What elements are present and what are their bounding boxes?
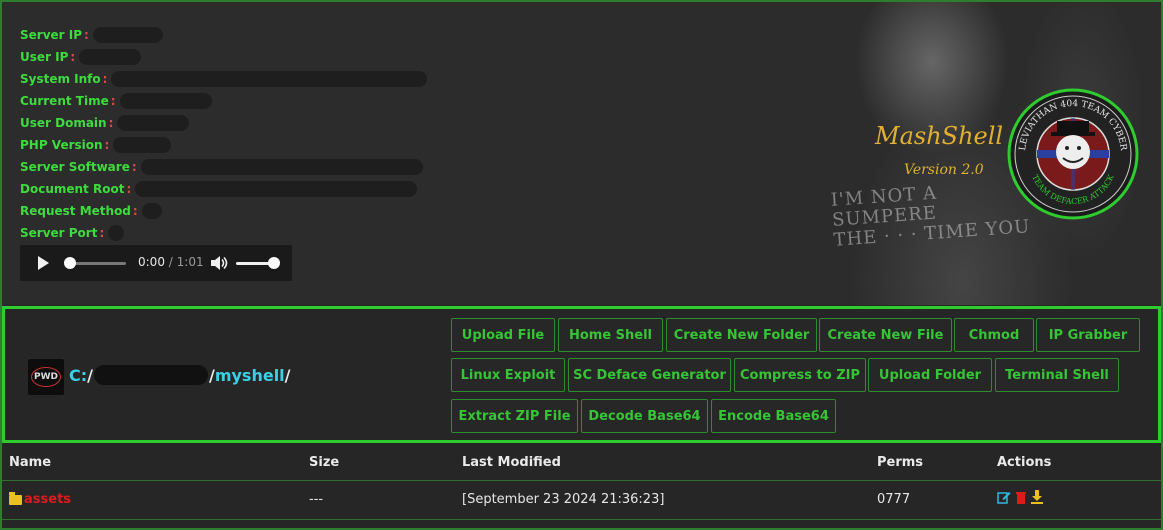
redacted-value xyxy=(140,159,423,175)
column-header-modified[interactable]: Last Modified xyxy=(462,455,561,470)
info-label: Server Port xyxy=(20,226,98,240)
column-header-size[interactable]: Size xyxy=(309,455,339,470)
info-row-system-info: System Info: xyxy=(20,68,428,90)
upload-file-button[interactable]: Upload File xyxy=(451,318,555,352)
info-row-server-ip: Server IP: xyxy=(20,24,427,46)
info-label: Document Root xyxy=(20,182,125,196)
path-separator: / xyxy=(87,365,93,385)
terminal-shell-button[interactable]: Terminal Shell xyxy=(995,358,1119,392)
redacted-value xyxy=(111,71,428,87)
folder-icon xyxy=(9,491,22,505)
info-row-user-domain: User Domain: xyxy=(20,112,427,134)
delete-icon[interactable] xyxy=(1014,490,1028,504)
info-label: PHP Version xyxy=(20,138,103,152)
ip-grabber-button[interactable]: IP Grabber xyxy=(1036,318,1140,352)
redacted-value xyxy=(79,49,142,65)
volume-handle[interactable] xyxy=(268,257,280,269)
home-shell-button[interactable]: Home Shell xyxy=(558,318,663,352)
info-label: Current Time xyxy=(20,94,109,108)
info-label: System Info xyxy=(20,72,101,86)
volume-icon[interactable] xyxy=(210,255,228,271)
brand-name: MashShell xyxy=(875,122,1004,150)
team-logo: LEVIATHAN 404 TEAM CYBER TEAM DEFACER AT… xyxy=(1007,88,1139,220)
time-separator: / xyxy=(168,255,173,269)
pwd-badge: PWD xyxy=(28,359,64,395)
path-trailing-slash: / xyxy=(284,365,291,385)
info-row-server-software: Server Software: xyxy=(20,156,427,178)
time-display: 0:00 / 1:01 xyxy=(138,255,204,269)
redacted-value xyxy=(117,115,190,131)
column-header-perms[interactable]: Perms xyxy=(877,455,923,470)
redacted-value xyxy=(135,181,418,197)
linux-exploit-button[interactable]: Linux Exploit xyxy=(451,358,565,392)
info-row-user-ip: User IP: xyxy=(20,46,427,68)
redacted-value xyxy=(92,27,163,43)
info-label: Request Method xyxy=(20,204,131,218)
chmod-button[interactable]: Chmod xyxy=(954,318,1034,352)
server-info-list: Server IP: User IP: System Info: Current… xyxy=(20,24,428,244)
file-size: --- xyxy=(309,492,324,507)
decode-base64-button[interactable]: Decode Base64 xyxy=(581,399,708,433)
create-file-button[interactable]: Create New File xyxy=(819,318,952,352)
play-icon[interactable] xyxy=(38,256,49,270)
file-name[interactable]: assets xyxy=(24,492,71,507)
encode-base64-button[interactable]: Encode Base64 xyxy=(711,399,836,433)
audio-player: 0:00 / 1:01 xyxy=(20,245,292,281)
file-perms[interactable]: 0777 xyxy=(877,492,910,507)
path-folder[interactable]: myshell xyxy=(215,366,285,385)
info-row-request-method: Request Method: xyxy=(20,200,427,222)
extract-zip-button[interactable]: Extract ZIP File xyxy=(451,399,578,433)
info-row-php-version: PHP Version: xyxy=(20,134,427,156)
info-label: Server Software xyxy=(20,160,130,174)
info-label: Server IP xyxy=(20,28,83,42)
edit-icon[interactable] xyxy=(997,490,1011,504)
brand-version: Version 2.0 xyxy=(904,162,984,178)
sc-deface-generator-button[interactable]: SC Deface Generator xyxy=(568,358,731,392)
info-row-current-time: Current Time: xyxy=(20,90,427,112)
compress-zip-button[interactable]: Compress to ZIP xyxy=(734,358,866,392)
current-path: C: / / myshell / xyxy=(69,365,291,385)
duration: 1:01 xyxy=(176,255,204,269)
redacted-value xyxy=(141,203,162,219)
server-info-header: Server IP: User IP: System Info: Current… xyxy=(2,2,1161,305)
info-label: User Domain xyxy=(20,116,107,130)
seek-handle[interactable] xyxy=(64,257,76,269)
redacted-path-segment xyxy=(93,365,208,385)
create-folder-button[interactable]: Create New Folder xyxy=(666,318,817,352)
file-name-cell[interactable]: assets xyxy=(9,491,71,507)
download-icon[interactable] xyxy=(1030,490,1044,504)
file-modified: [September 23 2024 21:36:23] xyxy=(462,492,665,507)
info-row-server-port: Server Port: xyxy=(20,222,427,244)
info-label: User IP xyxy=(20,50,69,64)
info-row-document-root: Document Root: xyxy=(20,178,427,200)
redacted-value xyxy=(113,137,172,153)
seek-bar[interactable] xyxy=(68,262,126,265)
redacted-value xyxy=(119,93,212,109)
upload-folder-button[interactable]: Upload Folder xyxy=(868,358,992,392)
path-drive[interactable]: C: xyxy=(69,366,87,385)
redacted-value xyxy=(108,225,125,241)
column-header-name[interactable]: Name xyxy=(9,455,51,470)
column-header-actions: Actions xyxy=(997,455,1052,470)
current-time: 0:00 xyxy=(138,255,165,269)
